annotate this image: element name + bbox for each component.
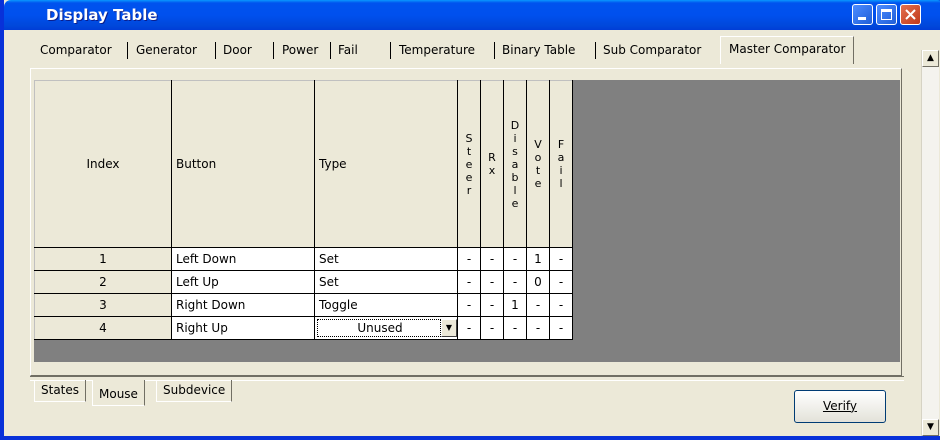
tab-binary-table[interactable]: Binary Table xyxy=(500,40,577,60)
arrow-up-icon: ▲ xyxy=(927,53,934,63)
cell-disable[interactable]: - xyxy=(503,316,527,340)
table-row: 2 Left Up Set - - - 0 - xyxy=(34,270,573,294)
cell-fail[interactable]: - xyxy=(549,316,573,340)
window-title: Display Table xyxy=(46,6,158,24)
cell-button[interactable]: Right Up xyxy=(171,316,315,340)
column-header-disable[interactable]: Disable xyxy=(503,80,527,248)
cell-type[interactable]: Set xyxy=(314,247,458,271)
maximize-button[interactable] xyxy=(876,4,897,25)
tab-door[interactable]: Door xyxy=(221,40,254,60)
cell-rx[interactable]: - xyxy=(480,316,504,340)
cell-button[interactable]: Left Down xyxy=(171,247,315,271)
dropdown-button[interactable]: ▼ xyxy=(441,319,457,337)
cell-type[interactable]: Set xyxy=(314,270,458,294)
verify-button[interactable]: Verify xyxy=(794,390,886,423)
maximize-icon xyxy=(881,9,892,20)
tab-separator xyxy=(390,42,391,59)
column-header-button[interactable]: Button xyxy=(171,80,315,248)
cell-vote[interactable]: - xyxy=(526,293,550,317)
table-row: 4 Right Up Unused ▼ - - - - - xyxy=(34,316,573,340)
column-header-steer[interactable]: Steer xyxy=(457,80,481,248)
tab-separator xyxy=(273,42,274,59)
cell-vote[interactable]: 1 xyxy=(526,247,550,271)
column-header-vote[interactable]: Vote xyxy=(526,80,550,248)
cell-index[interactable]: 2 xyxy=(34,270,172,294)
cell-steer[interactable]: - xyxy=(457,247,481,271)
cell-disable[interactable]: 1 xyxy=(503,293,527,317)
tab-subdevice[interactable]: Subdevice xyxy=(156,380,233,402)
tab-separator xyxy=(595,42,596,59)
tab-sub-comparator[interactable]: Sub Comparator xyxy=(601,40,703,60)
tab-temperature[interactable]: Temperature xyxy=(397,40,477,60)
cell-vote[interactable]: - xyxy=(526,316,550,340)
cell-type[interactable]: Toggle xyxy=(314,293,458,317)
tab-power[interactable]: Power xyxy=(280,40,320,60)
cell-disable[interactable]: - xyxy=(503,247,527,271)
cell-index[interactable]: 3 xyxy=(34,293,172,317)
cell-steer[interactable]: - xyxy=(457,293,481,317)
tab-separator xyxy=(494,42,495,59)
mouse-button-grid: Index Button Type Steer Rx Disable Vote … xyxy=(34,80,573,340)
column-header-index[interactable]: Index xyxy=(34,80,172,248)
minimize-button[interactable] xyxy=(852,4,873,25)
cell-rx[interactable]: - xyxy=(480,270,504,294)
cell-fail[interactable]: - xyxy=(549,293,573,317)
chevron-down-icon: ▼ xyxy=(445,323,453,332)
vertical-scrollbar[interactable]: ▲ ▼ xyxy=(921,50,939,436)
close-icon xyxy=(905,9,916,20)
column-header-type[interactable]: Type xyxy=(314,80,458,248)
verify-button-label: Verify xyxy=(822,399,858,413)
type-dropdown-value[interactable]: Unused xyxy=(317,319,441,337)
cell-steer[interactable]: - xyxy=(457,316,481,340)
tab-separator xyxy=(330,42,331,59)
cell-fail[interactable]: - xyxy=(549,247,573,271)
table-row: 3 Right Down Toggle - - 1 - - xyxy=(34,293,573,317)
title-bar[interactable]: Display Table xyxy=(4,0,940,30)
table-row: 1 Left Down Set - - - 1 - xyxy=(34,247,573,271)
cell-fail[interactable]: - xyxy=(549,270,573,294)
tab-separator xyxy=(127,42,128,59)
divider xyxy=(30,376,904,377)
scroll-down-button[interactable]: ▼ xyxy=(922,419,939,436)
cell-steer[interactable]: - xyxy=(457,270,481,294)
tab-comparator[interactable]: Comparator xyxy=(38,40,114,60)
cell-vote[interactable]: 0 xyxy=(526,270,550,294)
cell-button[interactable]: Right Down xyxy=(171,293,315,317)
column-header-fail[interactable]: Fail xyxy=(549,80,573,248)
cell-rx[interactable]: - xyxy=(480,247,504,271)
tab-mouse[interactable]: Mouse xyxy=(92,380,145,406)
tab-fail[interactable]: Fail xyxy=(336,40,360,60)
cell-index[interactable]: 1 xyxy=(34,247,172,271)
cell-rx[interactable]: - xyxy=(480,293,504,317)
column-header-rx[interactable]: Rx xyxy=(480,80,504,248)
cell-button[interactable]: Left Up xyxy=(171,270,315,294)
cell-index[interactable]: 4 xyxy=(34,316,172,340)
tab-generator[interactable]: Generator xyxy=(134,40,199,60)
tab-states[interactable]: States xyxy=(34,380,87,402)
type-dropdown[interactable]: Unused ▼ xyxy=(314,316,458,340)
cell-disable[interactable]: - xyxy=(503,270,527,294)
scroll-up-button[interactable]: ▲ xyxy=(922,50,939,67)
tab-master-comparator[interactable]: Master Comparator xyxy=(720,36,855,64)
close-button[interactable] xyxy=(900,4,921,25)
arrow-down-icon: ▼ xyxy=(927,422,934,432)
tab-separator xyxy=(215,42,216,59)
minimize-icon xyxy=(858,17,866,20)
